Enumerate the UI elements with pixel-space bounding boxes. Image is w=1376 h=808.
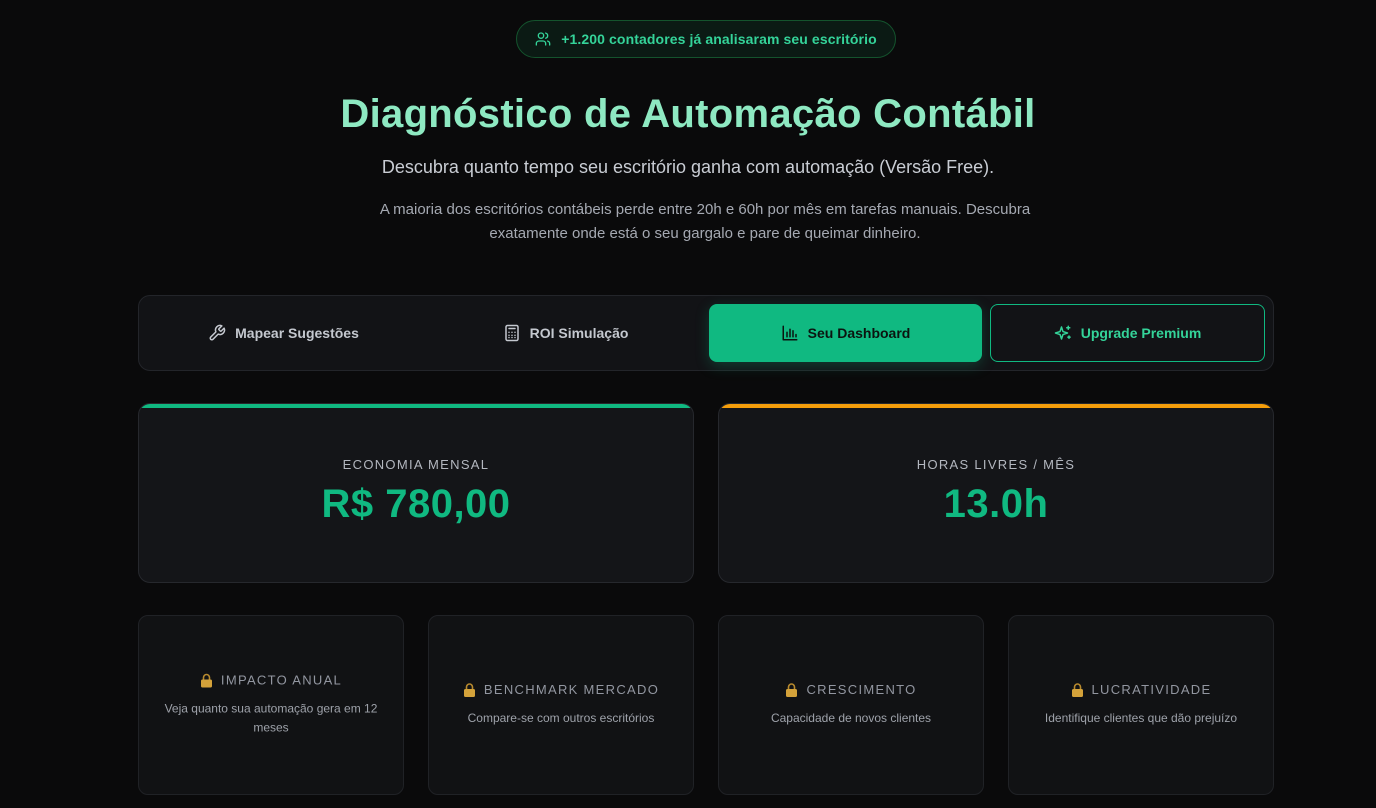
locked-card-impacto-anual[interactable]: IMPACTO ANUAL Veja quanto sua automação …: [138, 615, 404, 795]
lock-icon: [200, 673, 212, 687]
tab-label: ROI Simulação: [529, 325, 629, 341]
calculator-icon: [504, 324, 519, 342]
sparkles-icon: [1054, 325, 1071, 340]
tab-bar: Mapear Sugestões ROI Simulação Seu Dashb…: [138, 295, 1274, 371]
tab-label: Upgrade Premium: [1080, 325, 1202, 341]
locked-card-text: Compare-se com outros escritórios: [467, 711, 655, 725]
wrench-icon: [209, 324, 226, 341]
tab-seu-dashboard[interactable]: Seu Dashboard: [709, 304, 982, 362]
locked-card-title: LUCRATIVIDADE: [1091, 682, 1212, 697]
locked-card-title: CRESCIMENTO: [806, 682, 917, 697]
tab-label: Seu Dashboard: [807, 325, 911, 341]
accent-bar: [139, 404, 693, 408]
badge-text: +1.200 contadores já analisaram seu escr…: [561, 31, 877, 47]
stat-card-economia-mensal: ECONOMIA MENSAL R$ 780,00: [138, 403, 694, 583]
stat-card-horas-livres: HORAS LIVRES / MÊS 13.0h: [718, 403, 1274, 583]
stat-value: R$ 780,00: [321, 482, 511, 526]
locked-card-benchmark-mercado[interactable]: BENCHMARK MERCADO Compare-se com outros …: [428, 615, 694, 795]
page-title: Diagnóstico de Automação Contábil: [340, 92, 1036, 136]
stat-label: ECONOMIA MENSAL: [342, 457, 490, 472]
tab-mapear-sugestoes[interactable]: Mapear Sugestões: [147, 304, 420, 362]
lock-icon: [786, 682, 798, 697]
locked-card-text: Capacidade de novos clientes: [770, 711, 932, 725]
tab-upgrade-premium[interactable]: Upgrade Premium: [990, 304, 1265, 362]
stat-label: HORAS LIVRES / MÊS: [916, 457, 1076, 472]
lock-icon: [1071, 682, 1083, 697]
locked-card-lucratividade[interactable]: LUCRATIVIDADE Identifique clientes que d…: [1008, 615, 1274, 795]
stat-value: 13.0h: [943, 482, 1049, 526]
accent-bar: [719, 404, 1273, 408]
social-proof-badge: +1.200 contadores já analisaram seu escr…: [516, 20, 896, 58]
locked-card-title: IMPACTO ANUAL: [220, 672, 343, 688]
locked-card-crescimento[interactable]: CRESCIMENTO Capacidade de novos clientes: [718, 615, 984, 795]
tab-label: Mapear Sugestões: [235, 325, 359, 341]
locked-card-text: Veja quanto sua automação gera em 12 mes…: [164, 701, 378, 735]
tab-roi-simulacao[interactable]: ROI Simulação: [429, 304, 702, 362]
locked-card-text: Identifique clientes que dão prejuízo: [1044, 711, 1238, 725]
locked-card-title: BENCHMARK MERCADO: [483, 682, 660, 697]
page-description: A maioria dos escritórios contábeis perd…: [379, 201, 1031, 242]
page: +1.200 contadores já analisaram seu escr…: [0, 0, 1376, 808]
bar-chart-icon: [782, 325, 798, 341]
lock-icon: [463, 682, 475, 697]
users-icon: [535, 32, 551, 46]
page-subtitle: Descubra quanto tempo seu escritório gan…: [381, 157, 995, 177]
